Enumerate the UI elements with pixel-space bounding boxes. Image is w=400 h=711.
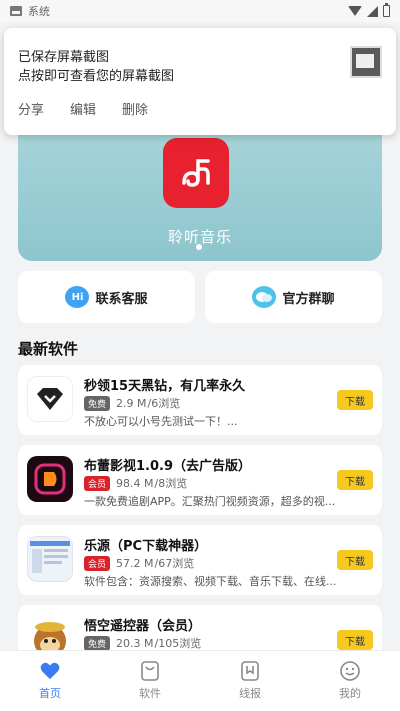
list-item[interactable]: 布蕾影视1.0.9（去广告版） 会员 98.4 M /8浏览 一款免费追剧APP…	[18, 445, 382, 515]
app-views: /8浏览	[154, 477, 188, 490]
hi-icon: Hi	[65, 286, 90, 308]
app-views: /6浏览	[147, 397, 181, 410]
official-group-button[interactable]: 官方群聊	[205, 271, 382, 323]
app-description: 软件包含：资源搜索、视频下载、音乐下载、在线...	[84, 575, 337, 588]
app-description: 一款免费追剧APP。汇聚热门视频资源，超多的视...	[84, 495, 336, 508]
nav-profile-label: 我的	[339, 687, 361, 700]
price-badge: 免费	[84, 395, 111, 411]
app-name: 秒领15天黑钻，有几率永久	[84, 379, 246, 394]
chat-bubbles-icon	[252, 286, 277, 308]
price-badge: 免费	[84, 635, 111, 651]
download-button[interactable]: 下载	[337, 470, 373, 490]
contact-support-label: 联系客服	[95, 291, 148, 307]
video-app-icon	[27, 456, 73, 502]
download-button[interactable]: 下载	[337, 390, 373, 410]
status-bar: 系统	[0, 0, 400, 22]
official-group-label: 官方群聊	[282, 291, 335, 307]
app-meta: 免费 20.3 M /105浏览	[84, 635, 201, 651]
nav-deals[interactable]: 线报	[200, 651, 300, 711]
image-icon	[10, 6, 22, 16]
vip-badge: 会员	[84, 555, 111, 571]
app-meta: 会员 57.2 M /67浏览	[84, 555, 194, 571]
status-label: 系统	[28, 5, 50, 18]
nav-home[interactable]: 首页	[0, 651, 100, 711]
music-app-logo	[163, 138, 229, 208]
app-size: 2.9 M	[116, 396, 147, 410]
section-title: 最新软件	[18, 340, 79, 358]
nav-profile[interactable]: 我的	[300, 651, 400, 711]
notification-actions: 分享 编辑 删除	[18, 99, 148, 118]
app-meta: 免费 2.9 M /6浏览	[84, 395, 180, 411]
list-item[interactable]: 秒领15天黑钻，有几率永久 免费 2.9 M /6浏览 不放心可以小号先测试一下…	[18, 365, 382, 435]
signal-icon	[367, 5, 378, 17]
app-size: 57.2 M	[116, 556, 154, 570]
app-views: /105浏览	[154, 637, 202, 650]
wifi-icon	[348, 6, 362, 16]
screenshot-notification[interactable]: 已保存屏幕截图 点按即可查看您的屏幕截图 分享 编辑 删除	[4, 28, 396, 135]
app-size: 98.4 M	[116, 476, 154, 490]
edit-button[interactable]: 编辑	[70, 99, 96, 118]
app-name: 乐源（PC下载神器）	[84, 539, 208, 554]
app-meta: 会员 98.4 M /8浏览	[84, 475, 187, 491]
bottom-navigation: 首页 软件 线报 我的	[0, 650, 400, 711]
bag-icon	[140, 661, 160, 681]
screenshot-thumbnail[interactable]	[350, 46, 382, 78]
nav-software-label: 软件	[139, 687, 161, 700]
nav-software[interactable]: 软件	[100, 651, 200, 711]
app-name: 布蕾影视1.0.9（去广告版）	[84, 459, 252, 474]
app-screenshot-icon	[27, 536, 73, 582]
app-size: 20.3 M	[116, 636, 154, 650]
download-button[interactable]: 下载	[337, 630, 373, 650]
nav-deals-label: 线报	[239, 687, 261, 700]
vip-badge: 会员	[84, 475, 111, 491]
status-icons	[348, 3, 390, 17]
bookmark-icon	[240, 661, 260, 681]
download-button[interactable]: 下载	[337, 550, 373, 570]
app-name: 悟空遥控器（会员）	[84, 619, 202, 634]
nav-home-label: 首页	[39, 687, 61, 700]
smiley-icon	[340, 661, 360, 681]
list-item[interactable]: 乐源（PC下载神器） 会员 57.2 M /67浏览 软件包含：资源搜索、视频下…	[18, 525, 382, 595]
battery-icon	[383, 3, 390, 17]
carousel-indicator	[196, 244, 202, 250]
contact-support-button[interactable]: Hi 联系客服	[18, 271, 195, 323]
heart-icon	[40, 661, 60, 681]
app-views: /67浏览	[154, 557, 195, 570]
diamond-app-icon	[27, 376, 73, 422]
app-description: 不放心可以小号先测试一下！...	[84, 415, 238, 428]
delete-button[interactable]: 删除	[122, 99, 148, 118]
notification-subtitle: 点按即可查看您的屏幕截图	[18, 69, 175, 84]
share-button[interactable]: 分享	[18, 99, 44, 118]
notification-title: 已保存屏幕截图	[18, 50, 110, 65]
